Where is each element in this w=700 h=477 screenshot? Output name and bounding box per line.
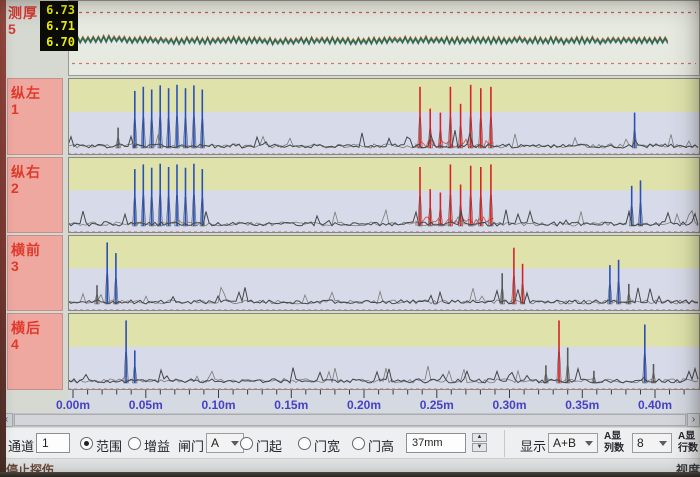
- channel-panel-4[interactable]: 横后 4: [7, 313, 63, 390]
- channel-input-label: 通道: [8, 436, 34, 455]
- chevron-down-icon: [659, 441, 667, 446]
- chevron-down-icon: [585, 441, 593, 446]
- thickness-channel-number: 5: [8, 21, 16, 37]
- gate-start-radio[interactable]: [240, 437, 253, 450]
- thickness-channel-label: 测厚: [8, 3, 38, 23]
- channel-row-3: 横前 3: [7, 235, 700, 311]
- channel-row-2: 纵右 2: [7, 157, 700, 233]
- flaw-detector-screen: 测厚 5 6.73 6.71 6.70 纵左 1 纵右 2 横前 3 横后: [0, 0, 700, 477]
- thickness-row: 测厚 5 6.73 6.71 6.70: [7, 0, 700, 76]
- gate-start-radio-label: 门起: [256, 436, 282, 455]
- display-select[interactable]: A+B: [548, 433, 598, 453]
- gate-select[interactable]: A: [206, 433, 244, 453]
- channel-label: 纵右: [11, 162, 41, 182]
- axis-tick-label: 0.00m: [51, 398, 95, 412]
- channel-panel-3[interactable]: 横前 3: [7, 235, 63, 311]
- gate-param-input[interactable]: [406, 433, 466, 453]
- axis-tick-label: 0.10m: [197, 398, 241, 412]
- axis-tick-label: 0.40m: [633, 398, 677, 412]
- channel-waveform-1: [68, 78, 700, 155]
- channel-waveform-3: [68, 235, 700, 311]
- channel-number: 2: [11, 180, 19, 196]
- a-display-rows-label: A显 行数: [678, 431, 698, 455]
- thickness-waveform: [68, 0, 700, 76]
- a-display-cols-value: 8: [637, 436, 644, 450]
- axis-tick-label: 0.25m: [415, 398, 459, 412]
- gate-select-value: A: [211, 436, 219, 450]
- channel-number: 1: [11, 101, 19, 117]
- a-display-cols-label: A显 列数: [604, 431, 624, 455]
- channel-panel-2[interactable]: 纵右 2: [7, 157, 63, 233]
- chevron-down-icon: [231, 441, 239, 446]
- axis-tick-label: 0.05m: [124, 398, 168, 412]
- thickness-reading: 6.71: [40, 18, 78, 34]
- gate-width-radio[interactable]: [298, 437, 311, 450]
- spinner-down-icon: ▼: [477, 444, 483, 450]
- thickness-reading: 6.73: [40, 2, 78, 18]
- scroll-right-button[interactable]: ›: [687, 413, 700, 427]
- gate-height-radio[interactable]: [352, 437, 365, 450]
- photo-left-edge: [0, 0, 6, 477]
- thickness-readout-box: 6.73 6.71 6.70: [40, 1, 78, 51]
- range-radio[interactable]: [80, 437, 93, 450]
- axis-tick-label: 0.20m: [342, 398, 386, 412]
- thickness-reading: 6.70: [40, 34, 78, 50]
- gate-width-radio-label: 门宽: [314, 436, 340, 455]
- control-bar: 通道 范围 增益 闸门 A 门起 门宽 门高 ▲ ▼ 显示 A+B A显 列数: [0, 427, 700, 459]
- channel-panel-1[interactable]: 纵左 1: [7, 78, 63, 155]
- spinner-up-button[interactable]: ▲: [472, 433, 487, 442]
- channel-row-4: 横后 4: [7, 313, 700, 390]
- channel-label: 横后: [11, 318, 41, 338]
- channel-number: 4: [11, 336, 19, 352]
- spinner-down-button[interactable]: ▼: [472, 443, 487, 452]
- scrollbar-thumb[interactable]: [14, 414, 686, 426]
- photo-bottom-edge: [0, 472, 700, 477]
- gate-select-label: 闸门: [178, 436, 204, 455]
- channel-row-1: 纵左 1: [7, 78, 700, 155]
- channel-label: 纵左: [11, 83, 41, 103]
- axis-tick-label: 0.30m: [488, 398, 532, 412]
- a-display-cols-select[interactable]: 8: [632, 433, 672, 453]
- gate-height-radio-label: 门高: [368, 436, 394, 455]
- range-radio-label: 范围: [96, 436, 122, 455]
- distance-axis: 0.00m0.05m0.10m0.15m0.20m0.25m0.30m0.35m…: [68, 390, 700, 414]
- channel-input[interactable]: [36, 433, 70, 453]
- scroll-right-icon: ›: [692, 414, 695, 425]
- channel-number: 3: [11, 258, 19, 274]
- gain-radio[interactable]: [128, 437, 141, 450]
- spinner-up-icon: ▲: [477, 434, 483, 440]
- gain-radio-label: 增益: [144, 436, 170, 455]
- channel-waveform-4: [68, 313, 700, 390]
- display-select-value: A+B: [553, 436, 576, 450]
- axis-tick-label: 0.35m: [560, 398, 604, 412]
- toolbar-divider: [504, 430, 505, 457]
- gate-param-spinner: ▲ ▼: [472, 433, 487, 453]
- channel-waveform-2: [68, 157, 700, 233]
- horizontal-scrollbar[interactable]: ‹ ›: [0, 413, 700, 427]
- display-select-label: 显示: [520, 436, 546, 455]
- channel-label: 横前: [11, 240, 41, 260]
- axis-tick-label: 0.15m: [269, 398, 313, 412]
